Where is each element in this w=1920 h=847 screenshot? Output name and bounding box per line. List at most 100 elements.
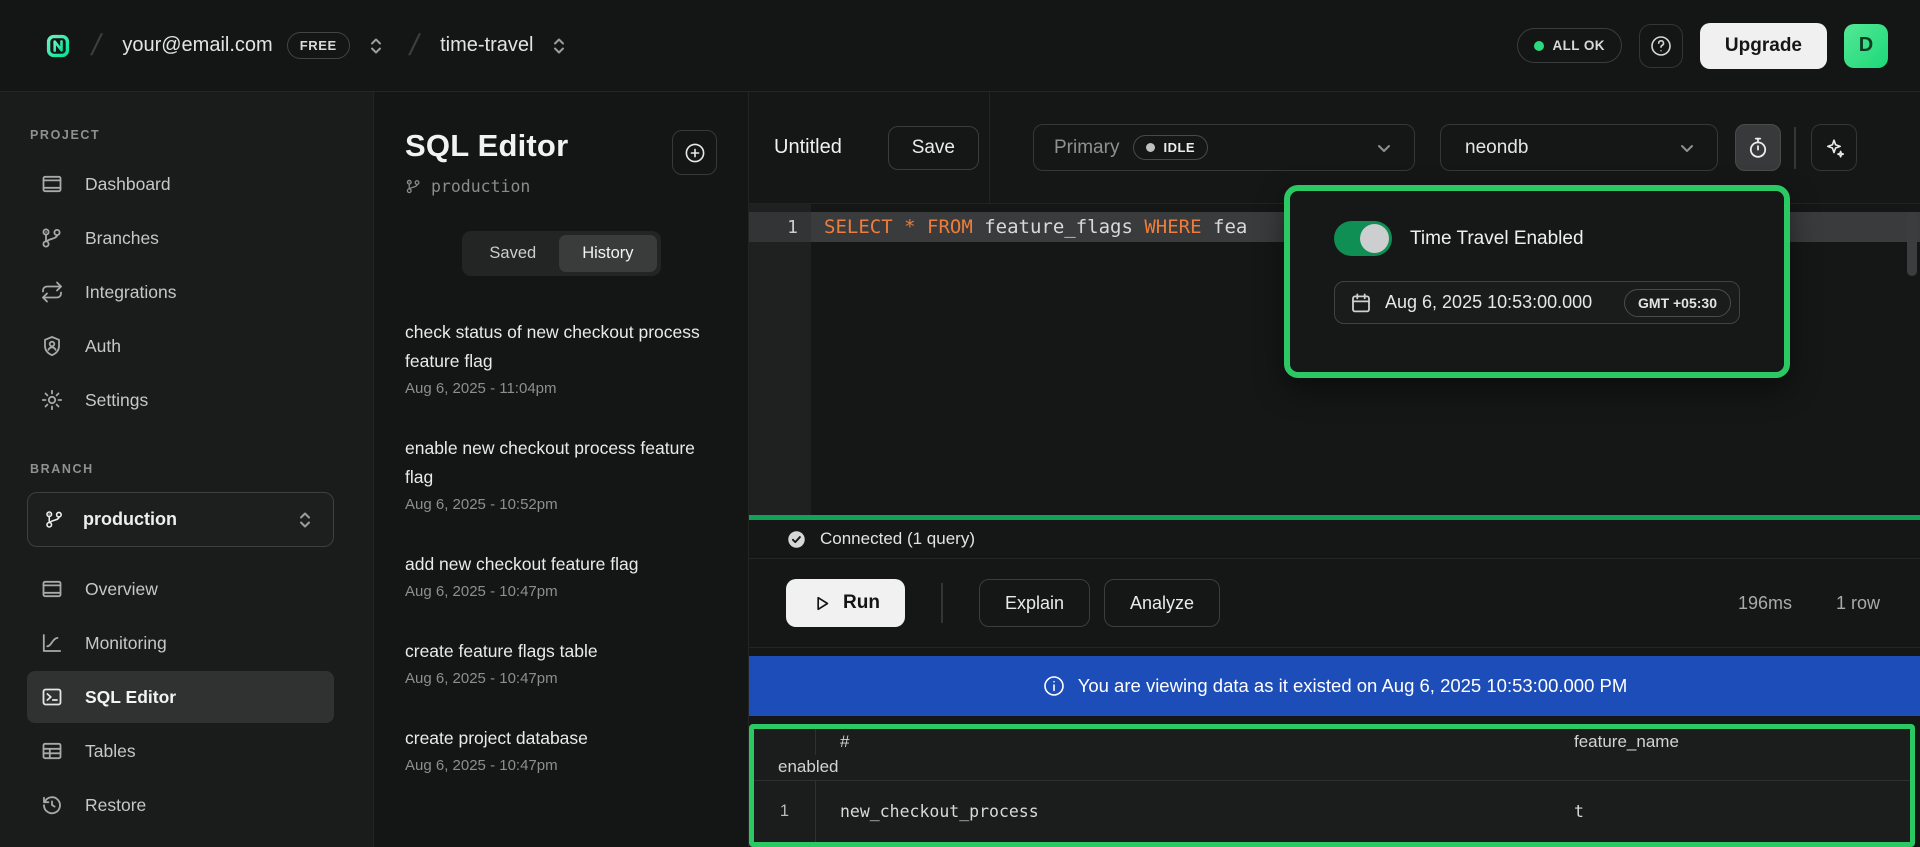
- save-button[interactable]: Save: [888, 126, 979, 170]
- query-tab: Untitled Save: [749, 92, 990, 203]
- settings-icon: [40, 388, 64, 412]
- sql-token: WHERE: [1144, 216, 1201, 238]
- history-item-check-status-of-new-checkout-process-feature-flag[interactable]: check status of new checkout process fea…: [405, 318, 718, 397]
- sql-token: [893, 216, 904, 238]
- database-selector[interactable]: neondb: [1440, 124, 1718, 171]
- line-number: 1: [749, 212, 811, 242]
- sidebar-item-dashboard[interactable]: Dashboard: [27, 158, 334, 210]
- time-travel-button[interactable]: [1735, 124, 1781, 171]
- history-item-enable-new-checkout-process-feature-flag[interactable]: enable new checkout process feature flag…: [405, 434, 718, 513]
- upgrade-button[interactable]: Upgrade: [1700, 23, 1827, 69]
- time-travel-toggle[interactable]: [1334, 221, 1392, 256]
- avatar[interactable]: D: [1844, 24, 1888, 68]
- compute-selector[interactable]: Primary IDLE: [1033, 124, 1415, 171]
- query-toolbar: Run Explain Analyze 196ms 1 row: [749, 559, 1920, 648]
- calendar-icon: [1349, 291, 1373, 315]
- tab-saved[interactable]: Saved: [466, 235, 559, 272]
- time-travel-toggle-label: Time Travel Enabled: [1410, 228, 1584, 250]
- play-icon: [811, 593, 832, 614]
- tables-icon: [40, 739, 64, 763]
- plan-badge: FREE: [287, 32, 350, 59]
- sidebar-item-integrations[interactable]: Integrations: [27, 266, 334, 318]
- history-item-create-project-database[interactable]: create project database Aug 6, 2025 - 10…: [405, 724, 718, 774]
- auth-icon: [40, 334, 64, 358]
- line-number-gutter: 1: [749, 204, 811, 515]
- column-header-feature-name[interactable]: feature_name: [1550, 729, 1910, 755]
- project-switcher-chevrons-icon[interactable]: [547, 34, 571, 58]
- sql-token: feature_flags: [973, 216, 1145, 238]
- neon-console-window: / your@email.com FREE / time-travel ALL …: [0, 0, 1920, 847]
- history-item-create-feature-flags-table[interactable]: create feature flags table Aug 6, 2025 -…: [405, 637, 718, 687]
- sql-token: *: [904, 216, 915, 238]
- connection-status-row: Connected (1 query): [749, 520, 1920, 559]
- chevron-down-icon: [1675, 136, 1699, 160]
- column-header-enabled[interactable]: enabled: [754, 755, 816, 781]
- panel-branch: production: [405, 177, 718, 196]
- time-travel-datetime-field[interactable]: Aug 6, 2025 10:53:00.000 GMT +05:30: [1334, 281, 1740, 324]
- row-number-cell: 1: [754, 781, 816, 842]
- time-travel-banner: You are viewing data as it existed on Au…: [749, 656, 1920, 716]
- column-header[interactable]: #: [816, 729, 1550, 755]
- enabled-cell[interactable]: t: [1550, 781, 1910, 842]
- neon-logo-icon[interactable]: [46, 34, 70, 58]
- toolbar-divider: [941, 583, 943, 623]
- chevron-down-icon: [1372, 136, 1396, 160]
- history-item-add-new-checkout-feature-flag[interactable]: add new checkout feature flag Aug 6, 202…: [405, 550, 718, 600]
- new-query-button[interactable]: [672, 130, 717, 175]
- editor-pane: Untitled Save Primary IDLE neondb: [749, 92, 1920, 847]
- feature-name-cell[interactable]: new_checkout_process: [816, 781, 1550, 842]
- table-row-new-checkout-process[interactable]: 1 new_checkout_process t: [754, 781, 1910, 842]
- tab-history[interactable]: History: [559, 235, 656, 272]
- saved-history-tabs: Saved History: [462, 231, 660, 276]
- sidebar-item-branches[interactable]: Branches: [27, 212, 334, 264]
- stopwatch-icon: [1746, 136, 1770, 160]
- query-duration: 196ms: [1738, 593, 1792, 614]
- ai-assist-button[interactable]: [1811, 124, 1857, 171]
- sqleditor-icon: [40, 685, 64, 709]
- time-travel-popup: Time Travel Enabled Aug 6, 2025 10:53:00…: [1284, 185, 1790, 378]
- status-dot-icon: [1534, 41, 1544, 51]
- toggle-knob: [1360, 224, 1389, 253]
- breadcrumb-separator: /: [406, 29, 422, 63]
- sidebar-item-monitoring[interactable]: Monitoring: [27, 617, 334, 669]
- org-switcher-chevrons-icon[interactable]: [364, 34, 388, 58]
- sidebar-item-sql-editor[interactable]: SQL Editor: [27, 671, 334, 723]
- sidebar-item-settings[interactable]: Settings: [27, 374, 334, 426]
- explain-button[interactable]: Explain: [979, 579, 1090, 627]
- compute-status-badge: IDLE: [1133, 135, 1208, 160]
- monitoring-icon: [40, 631, 64, 655]
- sidebar-item-tables[interactable]: Tables: [27, 725, 334, 777]
- controls-divider: [1794, 127, 1796, 169]
- breadcrumb: / your@email.com FREE / time-travel: [70, 29, 571, 63]
- connection-status: Connected (1 query): [820, 529, 975, 549]
- sidebar-item-overview[interactable]: Overview: [27, 563, 334, 615]
- dashboard-icon: [40, 577, 64, 601]
- branch-selector[interactable]: production: [27, 492, 334, 547]
- branch-selector-chevrons-icon: [293, 508, 317, 532]
- plus-circle-icon: [683, 141, 707, 165]
- org-email[interactable]: your@email.com: [122, 34, 272, 57]
- timezone-badge[interactable]: GMT +05:30: [1624, 289, 1731, 317]
- dashboard-icon: [40, 172, 64, 196]
- top-bar: / your@email.com FREE / time-travel ALL …: [0, 0, 1920, 92]
- analyze-button[interactable]: Analyze: [1104, 579, 1220, 627]
- sidebar-item-auth[interactable]: Auth: [27, 320, 334, 372]
- help-button[interactable]: [1639, 24, 1683, 68]
- results-table: #feature_nameenabled 1 new_checkout_proc…: [749, 724, 1915, 847]
- git-branch-icon: [405, 178, 422, 195]
- breadcrumb-separator: /: [88, 29, 104, 63]
- sidebar-item-restore[interactable]: Restore: [27, 779, 334, 831]
- sql-token: [916, 216, 927, 238]
- branch-icon: [40, 226, 64, 250]
- sql-token: SELECT: [824, 216, 893, 238]
- run-button[interactable]: Run: [786, 579, 905, 627]
- results-table-header: #feature_nameenabled: [754, 729, 1910, 781]
- project-name[interactable]: time-travel: [440, 34, 533, 57]
- topbar-actions: ALL OK Upgrade D: [1517, 23, 1888, 69]
- editor-scrollbar[interactable]: [1907, 212, 1917, 276]
- git-branch-icon: [44, 509, 65, 530]
- system-status-pill[interactable]: ALL OK: [1517, 28, 1622, 63]
- datetime-value: Aug 6, 2025 10:53:00.000: [1385, 292, 1612, 313]
- sidebar: PROJECT Dashboard Branches In: [0, 92, 373, 847]
- query-tab-title[interactable]: Untitled: [774, 136, 842, 159]
